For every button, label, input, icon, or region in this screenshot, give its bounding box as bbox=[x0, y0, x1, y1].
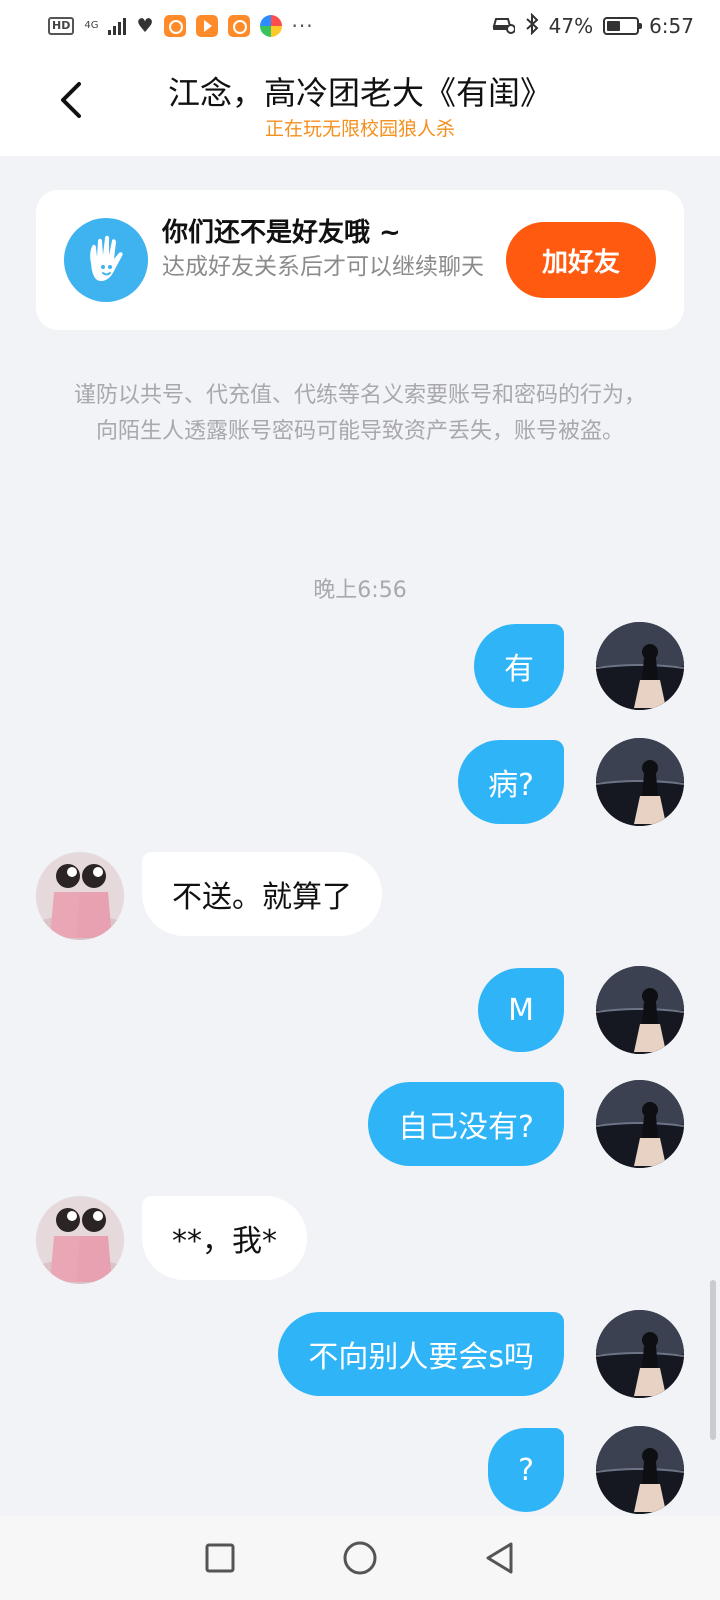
status-bar-right: 47% 6:57 bbox=[491, 12, 694, 40]
chat-scrollbar[interactable] bbox=[710, 1280, 716, 1440]
self-avatar[interactable] bbox=[596, 1310, 684, 1398]
not-friends-title: 你们还不是好友哦 ~ bbox=[162, 218, 401, 248]
network-type: 4G bbox=[84, 20, 99, 31]
self-avatar[interactable] bbox=[596, 738, 684, 826]
message-bubble-other[interactable]: **，我* bbox=[142, 1196, 307, 1280]
self-avatar[interactable] bbox=[596, 966, 684, 1054]
message-timestamp: 晚上6:56 bbox=[313, 578, 407, 603]
clock: 6:57 bbox=[649, 14, 694, 38]
message-bubble-self[interactable]: M bbox=[478, 968, 564, 1052]
self-avatar[interactable] bbox=[596, 622, 684, 710]
self-avatar[interactable] bbox=[596, 1080, 684, 1168]
home-button[interactable] bbox=[330, 1528, 390, 1588]
chat-header: 江念，高冷团老大《有闺》 正在玩无限校园狼人杀 bbox=[0, 52, 720, 156]
add-friend-card: 你们还不是好友哦 ~ 达成好友关系后才可以继续聊天 加好友 bbox=[36, 190, 684, 330]
square-icon bbox=[205, 1543, 235, 1573]
security-warning: 谨防以共号、代充值、代练等名义索要账号和密码的行为，向陌生人透露账号密码可能导致… bbox=[73, 383, 646, 444]
message-bubble-self[interactable]: 自己没有? bbox=[368, 1082, 564, 1166]
health-heart-icon: ♥ bbox=[136, 15, 154, 37]
message-bubble-other[interactable]: 不送。就算了 bbox=[142, 852, 382, 936]
app-notification-icon bbox=[227, 15, 250, 37]
self-avatar[interactable] bbox=[596, 1426, 684, 1514]
triangle-back-icon bbox=[486, 1542, 513, 1574]
system-back-button[interactable] bbox=[470, 1528, 530, 1588]
message-bubble-self[interactable]: 不向别人要会s吗 bbox=[278, 1312, 564, 1396]
pinwheel-app-icon bbox=[259, 15, 282, 37]
battery-percent: 47% bbox=[548, 14, 594, 38]
car-mode-icon bbox=[491, 14, 516, 39]
more-notifications-icon: ··· bbox=[291, 14, 314, 38]
contact-avatar[interactable] bbox=[36, 852, 124, 940]
status-bar: HD 4G ♥ ··· 47% 6:57 bbox=[0, 0, 720, 52]
message-bubble-self[interactable]: ? bbox=[488, 1428, 564, 1512]
message-bubble-self[interactable]: 病? bbox=[458, 740, 564, 824]
system-nav-bar bbox=[0, 1516, 720, 1600]
chat-title[interactable]: 江念，高冷团老大《有闺》 bbox=[0, 68, 720, 114]
not-friends-description: 达成好友关系后才可以继续聊天 bbox=[162, 254, 484, 280]
battery-fill bbox=[607, 21, 621, 31]
hd-badge: HD bbox=[48, 17, 75, 35]
chat-status-subtitle: 正在玩无限校园狼人杀 bbox=[264, 118, 455, 140]
contact-avatar[interactable] bbox=[36, 1196, 124, 1284]
app-notification-icon bbox=[163, 15, 186, 37]
waving-hand-icon bbox=[64, 218, 148, 302]
status-bar-left: HD 4G ♥ ··· bbox=[48, 14, 314, 38]
bluetooth-icon bbox=[525, 12, 539, 40]
video-app-icon bbox=[195, 15, 218, 37]
recent-apps-button[interactable] bbox=[190, 1528, 250, 1588]
signal-icon bbox=[108, 17, 127, 35]
chat-screen: HD 4G ♥ ··· 47% 6:57 江念，高冷团老大《有闺》 正在玩无限校… bbox=[0, 0, 720, 1600]
message-bubble-self[interactable]: 有 bbox=[474, 624, 564, 708]
battery-icon bbox=[603, 17, 643, 35]
add-friend-button[interactable]: 加好友 bbox=[506, 222, 656, 298]
circle-icon bbox=[343, 1541, 377, 1575]
